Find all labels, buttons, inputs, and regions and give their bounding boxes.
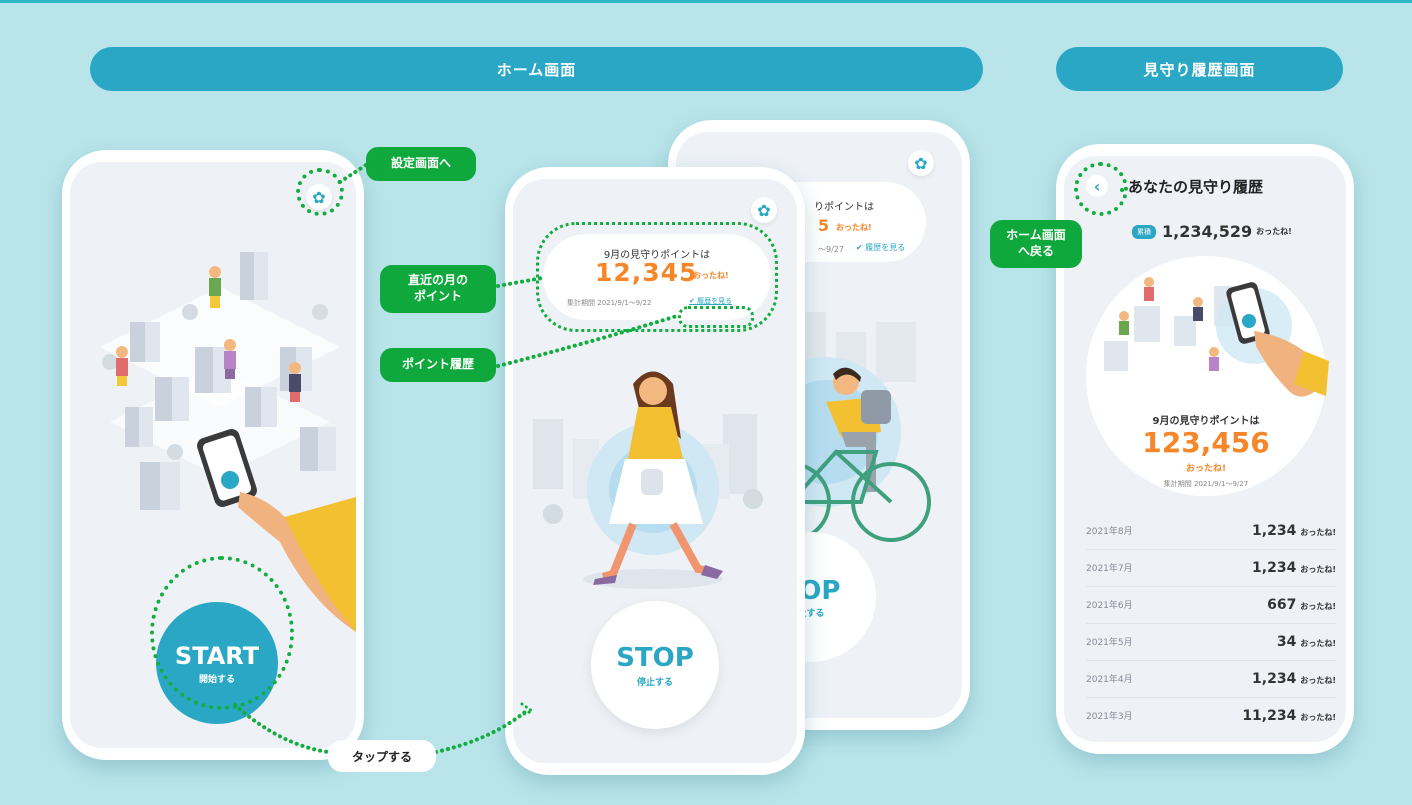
- back-highlight: [1074, 162, 1128, 216]
- back-home-line1: ホーム画面: [1006, 228, 1066, 243]
- history-row: 2021年7月 1,234 おったね!: [1086, 549, 1336, 587]
- home-screen-banner: ホーム画面: [90, 47, 983, 91]
- row-value: 11,234: [1242, 707, 1297, 724]
- annotation-tap: タップする: [328, 740, 436, 772]
- home-banner-label: ホーム画面: [496, 60, 577, 79]
- history-row: 2021年8月 1,234 おったね!: [1086, 512, 1336, 550]
- annotation-point-history: ポイント履歴: [380, 348, 496, 382]
- stop-button[interactable]: STOP 停止する: [591, 601, 719, 729]
- annotation-to-settings: 設定画面へ: [366, 147, 476, 181]
- start-highlight: [150, 556, 294, 710]
- row-month: 2021年7月: [1086, 564, 1133, 574]
- row-value: 667: [1267, 596, 1297, 613]
- annotation-back-home: ホーム画面 へ戻る: [990, 220, 1082, 268]
- history-period-label: 集計期間: [1163, 480, 1192, 488]
- month-value: 123,456: [1142, 426, 1270, 459]
- row-month: 2021年8月: [1086, 527, 1133, 537]
- row-unit: おったね!: [1300, 527, 1336, 537]
- top-border: [0, 0, 1412, 3]
- row-value: 1,234: [1252, 559, 1297, 576]
- row-month: 2021年6月: [1086, 601, 1133, 611]
- row-unit: おったね!: [1300, 712, 1336, 722]
- row-unit: おったね!: [1300, 675, 1336, 685]
- stop-sub-label: 停止する: [636, 677, 673, 688]
- recent-month-line2: ポイント: [413, 289, 462, 303]
- stop-label: STOP: [616, 642, 694, 673]
- history-row: 2021年6月 667 おったね!: [1086, 586, 1336, 624]
- row-value: 1,234: [1252, 670, 1297, 687]
- row-value: 1,234: [1252, 522, 1297, 539]
- tap-label: タップする: [351, 749, 412, 764]
- row-unit: おったね!: [1300, 564, 1336, 574]
- row-month: 2021年4月: [1086, 675, 1133, 685]
- stage: ホーム画面 見守り履歴画面 ✿ START 開始する ✿ りポイントは 5 おっ…: [0, 0, 1412, 805]
- history-period-value: 2021/9/1〜9/27: [1194, 480, 1249, 488]
- settings-highlight: [296, 168, 344, 216]
- phone-history: ‹ あなたの見守り履歴 累積 1,234,529 おったね! 9月の見守りポイン…: [1056, 144, 1354, 754]
- row-unit: おったね!: [1300, 601, 1336, 611]
- history-row: 2021年3月 11,234 おったね!: [1086, 697, 1336, 734]
- history-row: 2021年5月 34 おったね!: [1086, 623, 1336, 661]
- row-value: 34: [1276, 633, 1297, 650]
- annotation-recent-month: 直近の月の ポイント: [380, 265, 496, 313]
- recent-month-line1: 直近の月の: [407, 273, 468, 288]
- history-banner-label: 見守り履歴画面: [1143, 60, 1256, 79]
- row-month: 2021年3月: [1086, 712, 1133, 722]
- history-screen-banner: 見守り履歴画面: [1056, 47, 1343, 91]
- back-home-line2: へ戻る: [1017, 244, 1054, 258]
- row-month: 2021年5月: [1086, 638, 1133, 648]
- month-unit: おったね!: [1185, 464, 1227, 474]
- history-row: 2021年4月 1,234 おったね!: [1086, 660, 1336, 698]
- history-link-highlight: [678, 306, 754, 328]
- point-history-label: ポイント履歴: [401, 357, 474, 372]
- row-unit: おったね!: [1300, 638, 1336, 648]
- to-settings-label: 設定画面へ: [390, 156, 451, 171]
- history-screen: ‹ あなたの見守り履歴 累積 1,234,529 おったね! 9月の見守りポイン…: [1064, 156, 1346, 742]
- month-title: 9月の見守りポイントは: [1152, 416, 1260, 427]
- history-period-row: 集計期間 2021/9/1〜9/27: [1086, 479, 1326, 489]
